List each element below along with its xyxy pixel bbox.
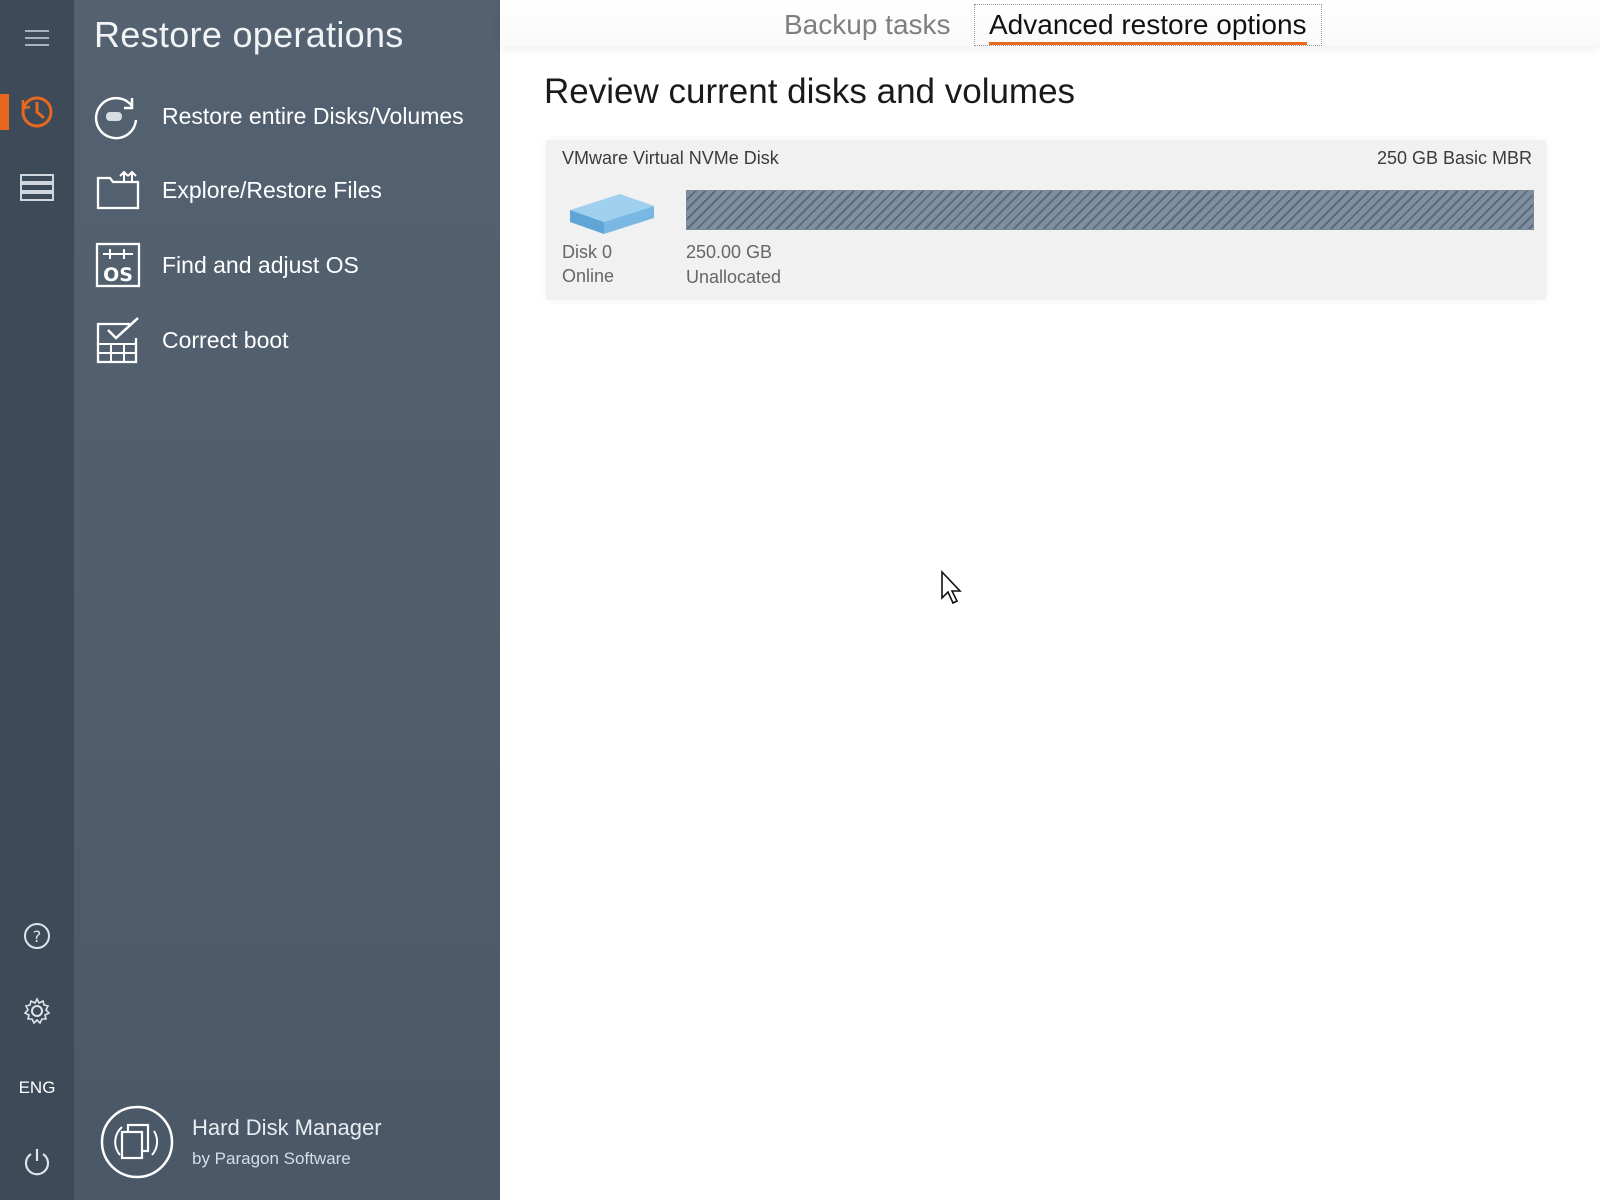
restore-disk-icon [94,92,142,140]
language-button[interactable]: ENG [0,1058,74,1118]
mouse-cursor-icon [941,570,962,605]
correct-boot-item[interactable]: Correct boot [94,312,494,368]
restore-disks-volumes-item[interactable]: Restore entire Disks/Volumes [94,88,494,144]
settings-button[interactable] [0,981,74,1041]
explore-restore-files-item[interactable]: Explore/Restore Files [94,162,494,218]
disk-name: VMware Virtual NVMe Disk [562,148,779,168]
help-icon: ? [24,923,50,949]
explore-files-icon [94,166,142,214]
hard-disk-icon [570,194,654,234]
disk-number: Disk 0 [562,242,613,262]
os-icon: OS [94,241,142,289]
gear-icon [23,997,51,1025]
disk-info: 250 GB Basic MBR [1376,148,1532,168]
power-icon [24,1149,50,1176]
restore-operations-panel: Restore operations Restore entire Disks/… [74,0,500,1200]
disk-label: Disk 0 Online [562,240,614,288]
power-button[interactable] [0,1132,74,1192]
nav-rail: ? ENG [0,0,74,1200]
menu-button[interactable] [0,8,74,68]
disk-card[interactable]: VMware Virtual NVMe Disk 250 GB Basic MB… [546,140,1546,300]
rail-disks-button[interactable] [0,157,74,217]
rail-restore-button[interactable] [0,82,74,142]
panel-title: Restore operations [94,14,404,55]
volume-type: Unallocated [686,267,782,287]
help-button[interactable]: ? [0,906,74,966]
menu-icon [25,30,49,46]
correct-boot-icon [94,316,142,364]
restore-clock-icon [21,96,53,128]
section-title: Review current disks and volumes [544,72,1076,111]
product-name: Hard Disk Manager [192,1115,382,1140]
find-adjust-os-label: Find and adjust OS [162,251,359,278]
product-branding: Hard Disk Manager by Paragon Software [74,1084,500,1200]
language-label: ENG [18,1078,56,1097]
volume-size: 250.00 GB [686,242,773,262]
find-adjust-os-item[interactable]: OS Find and adjust OS [94,237,494,293]
disk-status: Online [562,266,615,286]
volume-info: 250.00 GB Unallocated [686,240,781,290]
tab-bar: Backup tasks Advanced restore options [500,0,1600,46]
disks-icon [20,174,54,201]
volume-bar-unallocated[interactable] [686,190,1534,230]
main-content: Backup tasks Advanced restore options Re… [500,0,1600,1200]
paragon-logo-icon [100,1105,174,1179]
svg-text:?: ? [33,927,42,946]
explore-restore-files-label: Explore/Restore Files [162,176,382,203]
tab-advanced-restore-options[interactable]: Advanced restore options [974,4,1322,46]
restore-disks-volumes-label: Restore entire Disks/Volumes [162,102,464,129]
product-vendor: by Paragon Software [192,1149,351,1168]
svg-text:OS: OS [103,264,133,286]
correct-boot-label: Correct boot [162,326,289,353]
tab-backup-tasks[interactable]: Backup tasks [770,4,965,46]
